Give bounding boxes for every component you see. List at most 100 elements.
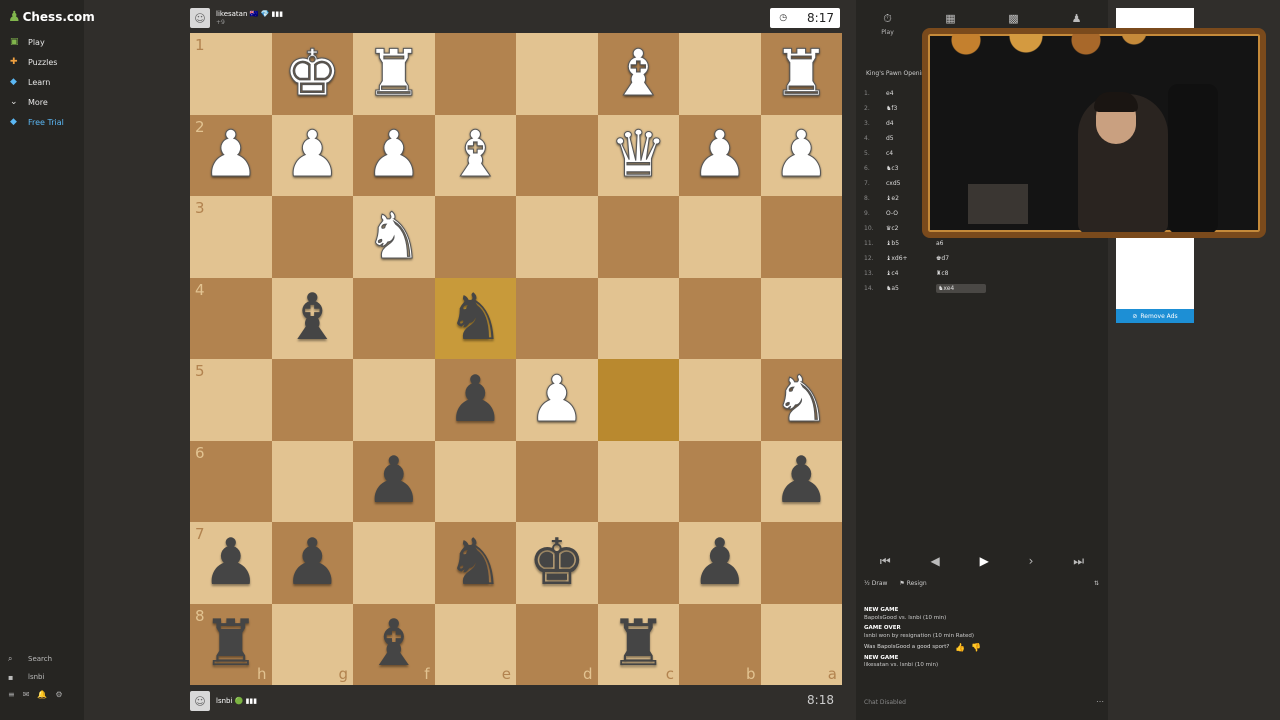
board-square[interactable]: g (271, 603, 353, 685)
draw-button[interactable]: ½ Draw (864, 580, 887, 587)
board-square[interactable]: 5 (190, 359, 272, 441)
white-pawn-piece[interactable]: ♟ (283, 123, 341, 188)
board-square[interactable] (679, 33, 761, 115)
opening-name[interactable]: King's Pawn Openin (866, 70, 925, 77)
white-bishop-piece[interactable]: ♝ (446, 123, 504, 188)
board-square[interactable]: ♞ (760, 359, 842, 441)
board-square[interactable]: 2 ♟ (190, 114, 272, 196)
black-bishop-piece[interactable]: ♝ (284, 286, 341, 350)
board-square[interactable]: ♞ (434, 277, 516, 359)
board-square[interactable]: ♛ (597, 114, 679, 196)
board-square[interactable] (516, 277, 598, 359)
board-square[interactable] (679, 196, 761, 278)
board-square[interactable]: ♚ (516, 522, 598, 604)
white-move[interactable]: ♝b5 (886, 240, 936, 247)
white-knight-piece[interactable]: ♞ (772, 367, 830, 432)
remove-ads-button[interactable]: ⊘ Remove Ads (1116, 309, 1194, 323)
chess-logo[interactable]: ♟ Chess.com (8, 9, 95, 25)
white-queen-piece[interactable]: ♛ (609, 123, 667, 188)
board-square[interactable]: ♟ (271, 522, 353, 604)
board-square[interactable]: ♟ (271, 114, 353, 196)
last-move-icon[interactable]: ⏭ (1073, 554, 1084, 569)
sidebar-item-more[interactable]: ⌄ More (0, 92, 84, 112)
thumbs-down-icon[interactable]: 👎 (971, 644, 981, 652)
board-square[interactable]: ♟ (516, 359, 598, 441)
board-square[interactable] (516, 440, 598, 522)
top-player-name[interactable]: likesatan 🇦🇺 💎 ▮▮▮ (216, 10, 283, 19)
board-square[interactable]: ♝ (271, 277, 353, 359)
board-square[interactable]: 1 (190, 33, 272, 115)
sidebar-item-free-trial[interactable]: ◆ Free Trial (0, 112, 84, 132)
tab-play[interactable]: ⏱ Play (856, 8, 919, 58)
black-knight-piece[interactable]: ♞ (447, 531, 504, 595)
board-square[interactable] (516, 33, 598, 115)
avatar[interactable]: ☺ (190, 691, 210, 711)
gear-icon[interactable]: ⚙ (55, 690, 62, 699)
black-pawn-piece[interactable]: ♟ (365, 449, 422, 513)
white-pawn-piece[interactable]: ♟ (202, 123, 260, 188)
board-square[interactable] (353, 359, 435, 441)
white-knight-piece[interactable]: ♞ (365, 204, 423, 269)
board-square[interactable] (679, 277, 761, 359)
board-square[interactable]: ♚ (271, 33, 353, 115)
more-options-icon[interactable]: ⋯ (1096, 697, 1104, 706)
board-square[interactable]: e (434, 603, 516, 685)
ad-banner[interactable] (1116, 238, 1194, 310)
board-square[interactable] (597, 359, 679, 441)
board-square[interactable] (597, 277, 679, 359)
board-square[interactable]: ♟ (679, 522, 761, 604)
previous-move-icon[interactable]: ◀ (931, 554, 940, 568)
board-square[interactable]: ♜ (760, 33, 842, 115)
black-move[interactable]: a6 (936, 240, 986, 247)
board-square[interactable]: ♝ (434, 114, 516, 196)
black-move[interactable]: ♚d7 (936, 255, 986, 262)
first-move-icon[interactable]: ⏮ (880, 554, 891, 569)
board-square[interactable]: d (516, 603, 598, 685)
white-pawn-piece[interactable]: ♟ (528, 367, 586, 432)
board-square[interactable] (760, 522, 842, 604)
board-square[interactable]: ♟ (434, 359, 516, 441)
board-square[interactable]: ♟ (353, 114, 435, 196)
white-king-piece[interactable]: ♚ (283, 41, 341, 106)
board-square[interactable]: 8 h ♜ (190, 603, 272, 685)
black-pawn-piece[interactable]: ♟ (447, 368, 504, 432)
board-square[interactable]: b (679, 603, 761, 685)
thumbs-up-icon[interactable]: 👍 (955, 644, 965, 652)
white-rook-piece[interactable]: ♜ (365, 41, 423, 106)
board-square[interactable] (597, 522, 679, 604)
board-square[interactable] (271, 196, 353, 278)
board-square[interactable] (760, 196, 842, 278)
black-pawn-piece[interactable]: ♟ (202, 531, 259, 595)
board-square[interactable] (353, 277, 435, 359)
board-square[interactable]: ♜ (353, 33, 435, 115)
board-square[interactable] (434, 196, 516, 278)
white-pawn-piece[interactable]: ♟ (691, 123, 749, 188)
play-icon[interactable]: ▶ (980, 554, 989, 568)
white-rook-piece[interactable]: ♜ (772, 41, 830, 106)
board-square[interactable]: 3 (190, 196, 272, 278)
black-move[interactable]: ♜c8 (936, 270, 986, 277)
chess-board[interactable]: 1 ♚ ♜ ♝ ♜ 2 ♟ ♟ ♟ ♝ ♛ ♟ ♟ 3 ♞ 4 ♝ ♞ 5 ♟ ♟ ♞ 6 ♟ ♟ 7 ♟ ♟ ♞ ♚ ♟ 8 h ♜ g f ♝ e d c… (190, 33, 842, 685)
black-rook-piece[interactable]: ♜ (610, 612, 667, 676)
white-bishop-piece[interactable]: ♝ (609, 41, 667, 106)
board-square[interactable] (271, 440, 353, 522)
black-move[interactable]: ♞xe4 (936, 284, 986, 293)
white-pawn-piece[interactable]: ♟ (365, 123, 423, 188)
sidebar-item-puzzles[interactable]: ✚ Puzzles (0, 52, 84, 72)
board-square[interactable] (597, 440, 679, 522)
board-square[interactable] (434, 33, 516, 115)
white-move[interactable]: ♞a5 (886, 285, 936, 292)
sidebar-item-learn[interactable]: ◆ Learn (0, 72, 84, 92)
black-king-piece[interactable]: ♚ (528, 531, 585, 595)
black-bishop-piece[interactable]: ♝ (365, 612, 422, 676)
black-pawn-piece[interactable]: ♟ (691, 531, 748, 595)
board-square[interactable] (679, 440, 761, 522)
board-square[interactable] (353, 522, 435, 604)
flip-board-icon[interactable]: ⇅ (1094, 580, 1099, 587)
black-knight-piece[interactable]: ♞ (447, 286, 504, 350)
bottom-player-name[interactable]: lsnbi 🟢 ▮▮▮ (216, 697, 257, 706)
black-rook-piece[interactable]: ♜ (202, 612, 259, 676)
board-square[interactable]: 6 (190, 440, 272, 522)
white-move[interactable]: ♝c4 (886, 270, 936, 277)
mail-icon[interactable]: ✉ (23, 690, 30, 699)
